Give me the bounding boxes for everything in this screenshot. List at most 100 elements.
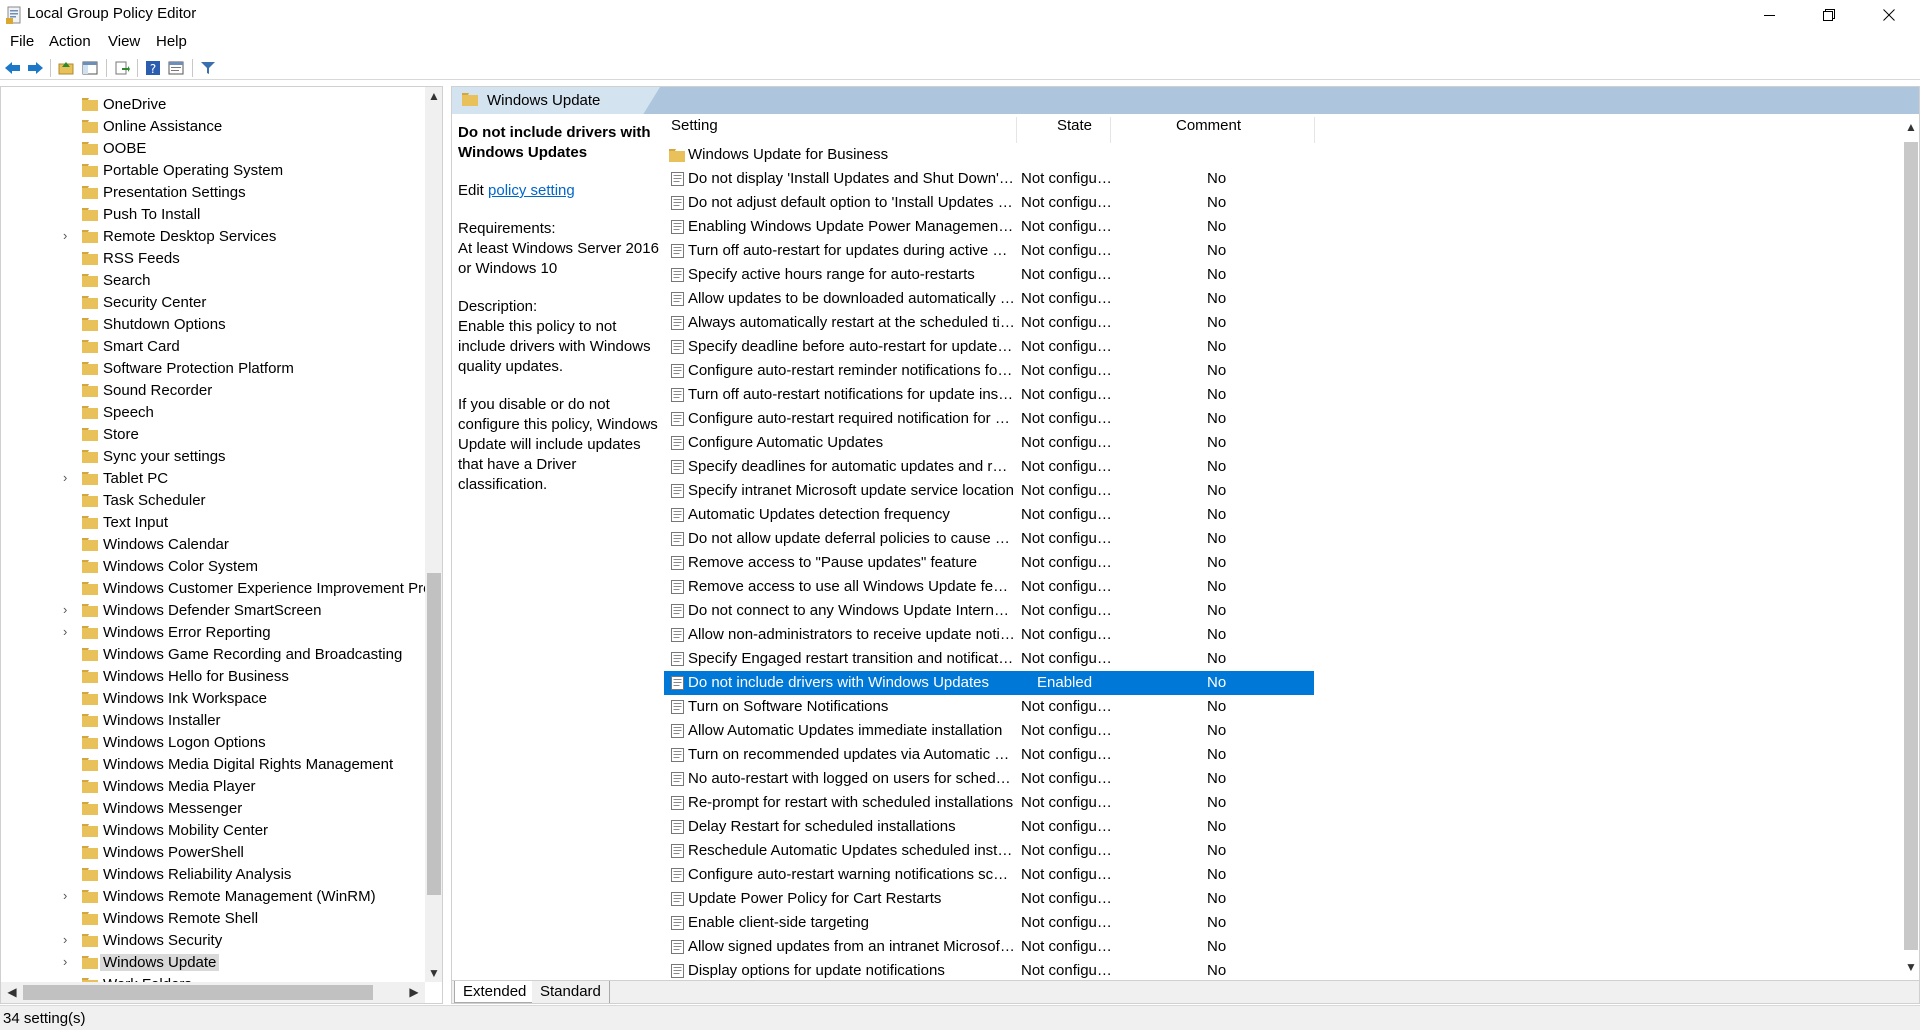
tree-horizontal-scrollbar[interactable]: ◀ ▶ [1, 982, 425, 1003]
setting-row[interactable]: Configure auto-restart reminder notifica… [664, 359, 1902, 383]
scroll-down-arrow-icon[interactable]: ▼ [1902, 958, 1919, 976]
setting-row[interactable]: Do not display 'Install Updates and Shut… [664, 167, 1902, 191]
tree-item[interactable]: Windows Reliability Analysis [1, 864, 425, 886]
setting-row[interactable]: Configure Automatic Updates Not configure… [664, 431, 1902, 455]
filter-button[interactable] [198, 58, 218, 78]
tree-item[interactable]: Smart Card [1, 336, 425, 358]
tree-item[interactable]: Windows Installer [1, 710, 425, 732]
setting-row[interactable]: Do not allow update deferral policies to… [664, 527, 1902, 551]
setting-row[interactable]: Re-prompt for restart with scheduled ins… [664, 791, 1902, 815]
tree-item[interactable]: Windows Game Recording and Broadcasting [1, 644, 425, 666]
setting-row[interactable]: Remove access to use all Windows Update … [664, 575, 1902, 599]
tree-item[interactable]: Windows Ink Workspace [1, 688, 425, 710]
setting-row[interactable]: Remove access to "Pause updates" feature… [664, 551, 1902, 575]
setting-row[interactable]: Display options for update notifications… [664, 959, 1902, 980]
scroll-up-arrow-icon[interactable]: ▲ [425, 87, 442, 105]
scroll-up-arrow-icon[interactable]: ▲ [1902, 118, 1919, 136]
expand-chevron-icon[interactable]: › [63, 471, 75, 485]
tree-item[interactable]: OOBE [1, 138, 425, 160]
back-button[interactable] [3, 58, 23, 78]
tree-item[interactable]: RSS Feeds [1, 248, 425, 270]
tree-hscroll-thumb[interactable] [23, 985, 373, 1000]
tree-item[interactable]: Windows Messenger [1, 798, 425, 820]
tree-scroll-thumb[interactable] [427, 573, 441, 895]
tree-item[interactable]: Windows Remote Shell [1, 908, 425, 930]
tree-item[interactable]: › Windows Remote Management (WinRM) [1, 886, 425, 908]
setting-row[interactable]: Automatic Updates detection frequency Not… [664, 503, 1902, 527]
tree-item[interactable]: OneDrive [1, 94, 425, 116]
tree-item[interactable]: Sound Recorder [1, 380, 425, 402]
tab-extended[interactable]: Extended [454, 981, 536, 1003]
expand-chevron-icon[interactable]: › [63, 955, 75, 969]
column-header-setting[interactable]: Setting [671, 117, 718, 143]
column-header-comment[interactable]: Comment [1176, 117, 1241, 143]
expand-chevron-icon[interactable]: › [63, 889, 75, 903]
tree-item[interactable]: › Tablet PC [1, 468, 425, 490]
setting-row[interactable]: Do not connect to any Windows Update Int… [664, 599, 1902, 623]
expand-chevron-icon[interactable]: › [63, 625, 75, 639]
show-hide-tree-button[interactable] [80, 58, 100, 78]
tree-item[interactable]: Windows Customer Experience Improvement … [1, 578, 431, 600]
tree-vertical-scrollbar[interactable]: ▲ ▼ [425, 87, 442, 982]
tree-item[interactable]: Windows Color System [1, 556, 425, 578]
setting-row[interactable]: Turn on recommended updates via Automati… [664, 743, 1902, 767]
properties-button[interactable] [166, 58, 186, 78]
up-one-level-button[interactable] [56, 58, 76, 78]
setting-row[interactable]: Specify active hours range for auto-rest… [664, 263, 1902, 287]
tree-item[interactable]: Portable Operating System [1, 160, 425, 182]
menu-help[interactable]: Help [156, 33, 187, 50]
folder-row[interactable]: Windows Update for Business [664, 143, 1902, 167]
close-button[interactable] [1860, 0, 1918, 30]
tree-item[interactable]: › Windows Defender SmartScreen [1, 600, 425, 622]
forward-button[interactable] [25, 58, 45, 78]
tree-item[interactable]: Windows Mobility Center [1, 820, 425, 842]
tree-item[interactable]: › Windows Update [1, 952, 425, 974]
settings-vertical-scrollbar[interactable]: ▲ ▼ [1902, 114, 1919, 980]
tree-item[interactable]: Task Scheduler [1, 490, 425, 512]
tree-item[interactable]: Sync your settings [1, 446, 425, 468]
setting-row[interactable]: Always automatically restart at the sche… [664, 311, 1902, 335]
tree-item[interactable]: Security Center [1, 292, 425, 314]
expand-chevron-icon[interactable]: › [63, 603, 75, 617]
tree-item[interactable]: › Windows Error Reporting [1, 622, 425, 644]
settings-scroll-thumb[interactable] [1904, 142, 1918, 950]
setting-row[interactable]: Enabling Windows Update Power Management… [664, 215, 1902, 239]
expand-chevron-icon[interactable]: › [63, 229, 75, 243]
tree-item[interactable]: Software Protection Platform [1, 358, 425, 380]
setting-row[interactable]: Turn off auto-restart for updates during… [664, 239, 1902, 263]
tree-item[interactable]: Windows Hello for Business [1, 666, 425, 688]
tree-item[interactable]: › Remote Desktop Services [1, 226, 425, 248]
menu-view[interactable]: View [108, 33, 140, 50]
setting-row[interactable]: Specify intranet Microsoft update servic… [664, 479, 1902, 503]
export-list-button[interactable] [112, 58, 132, 78]
tree-item[interactable]: Presentation Settings [1, 182, 425, 204]
help-button[interactable]: ? [143, 58, 163, 78]
tree-item[interactable]: Speech [1, 402, 425, 424]
scroll-right-arrow-icon[interactable]: ▶ [405, 983, 423, 1001]
setting-row[interactable]: Turn on Software Notifications Not config… [664, 695, 1902, 719]
setting-row[interactable]: Update Power Policy for Cart Restarts Not… [664, 887, 1902, 911]
setting-row[interactable]: Do not adjust default option to 'Install… [664, 191, 1902, 215]
setting-row[interactable]: Allow signed updates from an intranet Mi… [664, 935, 1902, 959]
tree-item[interactable]: › Windows Security [1, 930, 425, 952]
setting-row[interactable]: No auto-restart with logged on users for… [664, 767, 1902, 791]
menu-action[interactable]: Action [49, 33, 91, 50]
tree-item[interactable]: Windows Media Digital Rights Management [1, 754, 425, 776]
edit-policy-link[interactable]: policy setting [488, 182, 575, 199]
tree-item[interactable]: Windows Media Player [1, 776, 425, 798]
setting-row[interactable]: Delay Restart for scheduled installation… [664, 815, 1902, 839]
tree-item[interactable]: Windows Calendar [1, 534, 425, 556]
restore-button[interactable] [1800, 0, 1858, 30]
setting-row[interactable]: Configure auto-restart warning notificat… [664, 863, 1902, 887]
setting-row[interactable]: Do not include drivers with Windows Upda… [664, 671, 1902, 695]
tree-item[interactable]: Text Input [1, 512, 425, 534]
setting-row[interactable]: Allow updates to be downloaded automatic… [664, 287, 1902, 311]
tree-item[interactable]: Windows Logon Options [1, 732, 425, 754]
minimize-button[interactable] [1740, 0, 1798, 30]
tree-item[interactable]: Store [1, 424, 425, 446]
tree-item[interactable]: Shutdown Options [1, 314, 425, 336]
setting-row[interactable]: Configure auto-restart required notifica… [664, 407, 1902, 431]
tree-item[interactable]: Online Assistance [1, 116, 425, 138]
scroll-left-arrow-icon[interactable]: ◀ [3, 983, 21, 1001]
setting-row[interactable]: Specify Engaged restart transition and n… [664, 647, 1902, 671]
